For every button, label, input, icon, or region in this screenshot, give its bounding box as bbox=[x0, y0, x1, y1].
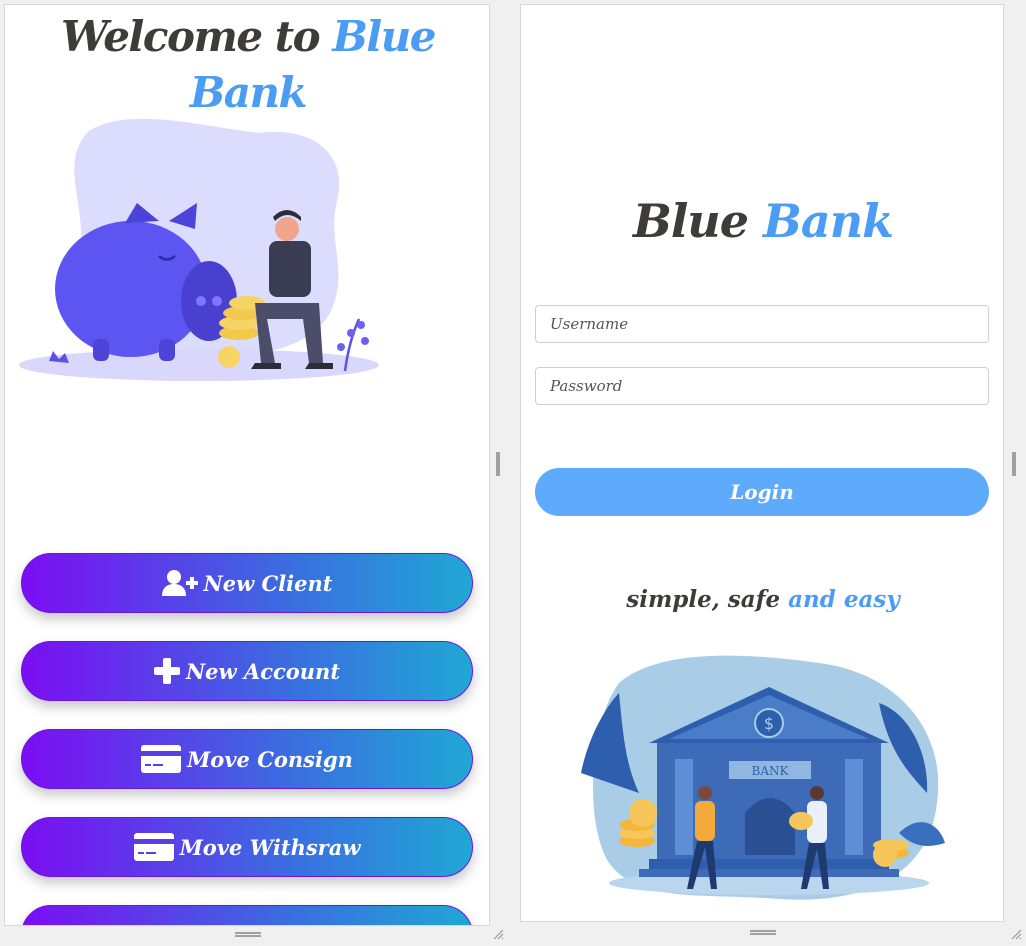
plus-icon bbox=[153, 658, 180, 684]
bank-illustration: $ BANK bbox=[581, 655, 945, 900]
credit-card-icon bbox=[133, 833, 174, 861]
tagline: simple, safe and easy bbox=[521, 583, 1003, 617]
credit-card-icon bbox=[141, 745, 182, 773]
user-plus-icon bbox=[161, 569, 198, 597]
brand-dark: Blue bbox=[632, 194, 749, 248]
resize-handle-vertical[interactable] bbox=[496, 452, 500, 476]
resize-corner-icon[interactable] bbox=[492, 928, 504, 940]
brand-blue: Bank bbox=[763, 194, 894, 248]
svg-text:$: $ bbox=[764, 714, 774, 733]
login-label: Login bbox=[730, 480, 794, 504]
resize-handle-horizontal[interactable] bbox=[750, 930, 776, 935]
login-panel: Blue Bank Login simple, safe and easy $ … bbox=[520, 4, 1004, 922]
tagline-blue: and easy bbox=[788, 586, 900, 613]
move-consign-button[interactable]: Move Consign bbox=[21, 729, 473, 789]
new-account-button[interactable]: New Account bbox=[21, 641, 473, 701]
login-button[interactable]: Login bbox=[535, 468, 989, 516]
menu-button-partial[interactable] bbox=[21, 905, 473, 925]
piggy-bank-illustration bbox=[19, 118, 379, 381]
bank-sign: BANK bbox=[752, 764, 790, 778]
main-menu-panel: Welcome to Blue Bank New Client New Acco… bbox=[4, 4, 490, 926]
new-account-label: New Account bbox=[185, 658, 341, 684]
brand-title: Blue Bank bbox=[521, 191, 1003, 251]
welcome-prefix: Welcome to bbox=[60, 12, 321, 61]
new-client-button[interactable]: New Client bbox=[21, 553, 473, 613]
password-input[interactable] bbox=[535, 367, 989, 405]
resize-corner-icon[interactable] bbox=[1010, 928, 1022, 940]
move-consign-label: Move Consign bbox=[187, 746, 353, 772]
username-input[interactable] bbox=[535, 305, 989, 343]
resize-handle-horizontal[interactable] bbox=[235, 932, 261, 937]
new-client-label: New Client bbox=[203, 570, 333, 596]
move-withdraw-label: Move Withsraw bbox=[179, 834, 361, 860]
resize-handle-vertical[interactable] bbox=[1012, 452, 1016, 476]
tagline-dark: simple, safe bbox=[626, 586, 781, 613]
move-withdraw-button[interactable]: Move Withsraw bbox=[21, 817, 473, 877]
